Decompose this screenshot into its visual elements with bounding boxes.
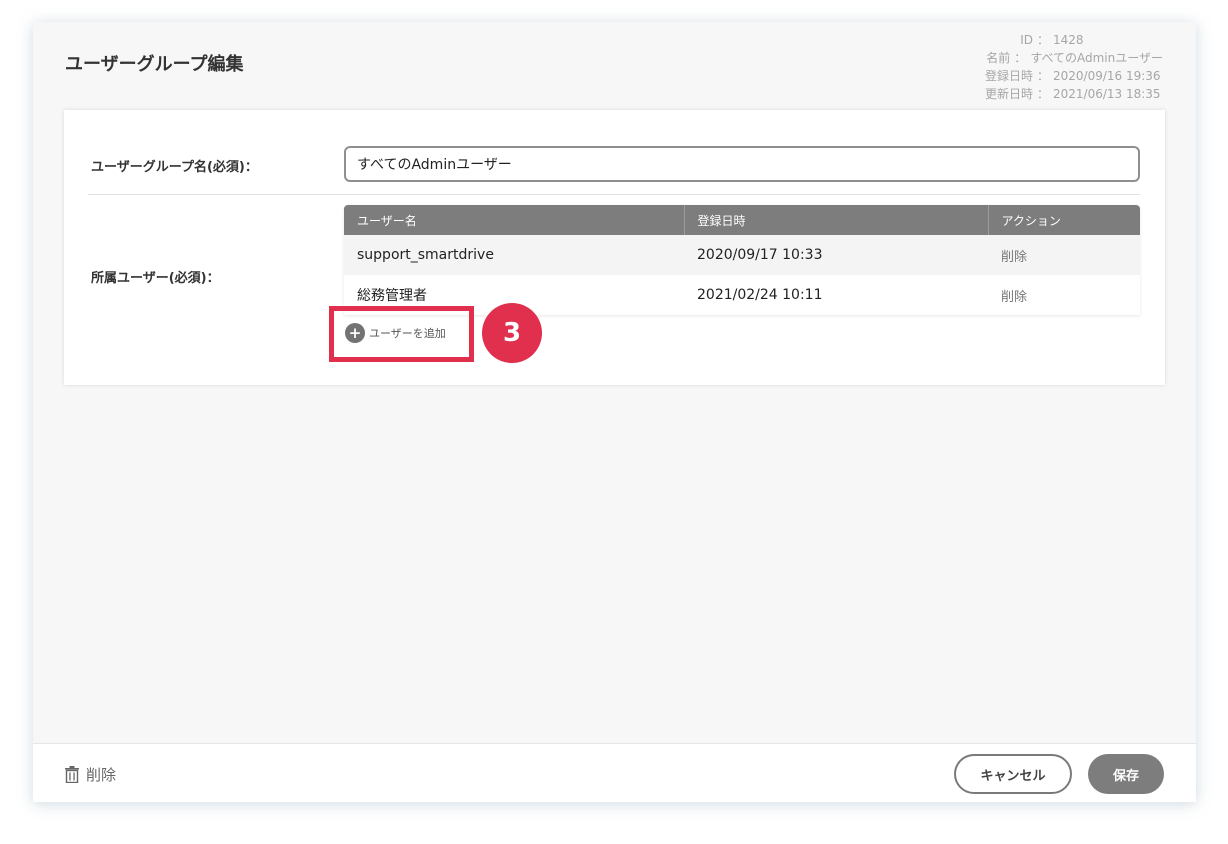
meta-separator: ： xyxy=(1036,33,1049,47)
step-number-badge: 3 xyxy=(482,303,542,363)
page-title: ユーザーグループ編集 xyxy=(65,54,244,75)
delete-group-button[interactable]: 削除 xyxy=(64,764,116,785)
record-meta: ID： 1428 名前：すべてのAdminユーザー 登録日時： 2020/09/16… xyxy=(985,31,1163,103)
meta-name-row: 名前：すべてのAdminユーザー xyxy=(985,49,1163,67)
group-name-label: ユーザーグループ名(必須)： xyxy=(91,160,258,175)
members-table: ユーザー名 登録日時 アクション support_smartdrive 2020… xyxy=(344,205,1140,315)
plus-circle-icon: + xyxy=(345,323,365,343)
meta-updated-row: 更新日時： 2021/06/13 18:35 xyxy=(985,85,1163,103)
meta-updated-label: 更新日時 xyxy=(984,87,1033,101)
column-header-username[interactable]: ユーザー名 xyxy=(344,205,684,235)
column-header-action: アクション xyxy=(987,205,1140,235)
meta-name-value: すべてのAdminユーザー xyxy=(1030,51,1163,65)
table-row: support_smartdrive 2020/09/17 10:33 削除 xyxy=(344,235,1140,275)
add-user-button[interactable]: + ユーザーを追加 xyxy=(345,323,446,343)
trash-icon xyxy=(64,766,80,783)
meta-created-row: 登録日時： 2020/09/16 19:36 xyxy=(985,67,1163,85)
table-header-row: ユーザー名 登録日時 アクション xyxy=(344,205,1140,235)
meta-id-row: ID： 1428 xyxy=(985,31,1163,49)
edit-user-group-window: ユーザーグループ編集 ID： 1428 名前：すべてのAdminユーザー 登録日時… xyxy=(33,22,1196,802)
save-button[interactable]: 保存 xyxy=(1088,754,1164,794)
divider xyxy=(88,194,1140,195)
meta-id-value: 1428 xyxy=(1053,33,1084,47)
meta-separator: ： xyxy=(1036,87,1049,101)
cancel-button[interactable]: キャンセル xyxy=(954,754,1072,794)
meta-separator: ： xyxy=(1014,51,1027,65)
members-label: 所属ユーザー(必須)： xyxy=(91,271,220,286)
cell-created: 2020/09/17 10:33 xyxy=(684,235,988,275)
delete-label: 削除 xyxy=(86,766,117,784)
cell-created: 2021/02/24 10:11 xyxy=(684,275,988,315)
meta-updated-value: 2021/06/13 18:35 xyxy=(1053,87,1161,101)
remove-member-button[interactable]: 削除 xyxy=(988,275,1140,315)
meta-id-label: ID xyxy=(1020,33,1033,47)
column-header-created[interactable]: 登録日時 xyxy=(683,205,988,235)
footer-bar: 削除 キャンセル 保存 xyxy=(33,743,1196,802)
form-card: ユーザーグループ名(必須)： 所属ユーザー(必須)： ユーザー名 登録日時 アク… xyxy=(64,110,1165,385)
group-name-input[interactable] xyxy=(344,146,1140,182)
meta-created-label: 登録日時 xyxy=(984,69,1033,83)
remove-member-button[interactable]: 削除 xyxy=(988,235,1140,275)
add-user-label: ユーザーを追加 xyxy=(369,327,446,340)
meta-name-label: 名前 xyxy=(986,51,1011,65)
cell-username: support_smartdrive xyxy=(344,235,684,275)
meta-separator: ： xyxy=(1036,69,1049,83)
meta-created-value: 2020/09/16 19:36 xyxy=(1053,69,1161,83)
